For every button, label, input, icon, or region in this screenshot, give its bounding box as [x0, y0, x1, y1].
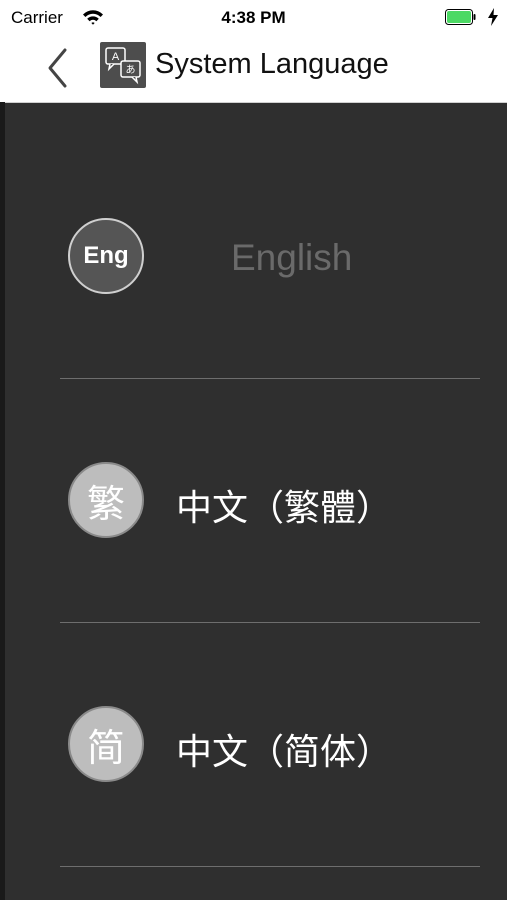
status-bar: Carrier 4:38 PM: [0, 0, 507, 34]
charging-bolt-icon: [487, 8, 499, 31]
badge-text: 简: [86, 725, 125, 770]
badge-text: 繁: [86, 481, 125, 526]
simplified-chinese-badge-icon: 简: [68, 706, 144, 782]
svg-text:あ: あ: [126, 64, 136, 76]
divider: [60, 378, 480, 379]
svg-text:A: A: [112, 51, 120, 63]
translate-icon: A あ: [100, 42, 146, 88]
language-label: 中文（简体）: [176, 731, 393, 772]
back-button[interactable]: [40, 46, 76, 90]
divider: [60, 622, 480, 623]
language-option-traditional-chinese[interactable]: 繁 中文（繁體）: [60, 380, 480, 623]
battery-icon: [445, 9, 477, 25]
navigation-bar: A あ System Language: [0, 34, 507, 103]
language-label: 中文（繁體）: [176, 487, 393, 528]
badge-text: Eng: [83, 242, 129, 269]
language-label: English: [231, 237, 353, 278]
divider: [60, 866, 480, 867]
english-badge-icon: Eng: [68, 218, 144, 294]
underlying-view-edge: [0, 102, 5, 900]
language-option-english[interactable]: Eng English: [60, 136, 480, 379]
chevron-left-icon: [48, 48, 67, 88]
traditional-chinese-badge-icon: 繁: [68, 462, 144, 538]
page-title: System Language: [155, 48, 389, 80]
language-option-simplified-chinese[interactable]: 简 中文（简体）: [60, 624, 480, 867]
clock: 4:38 PM: [221, 8, 286, 27]
